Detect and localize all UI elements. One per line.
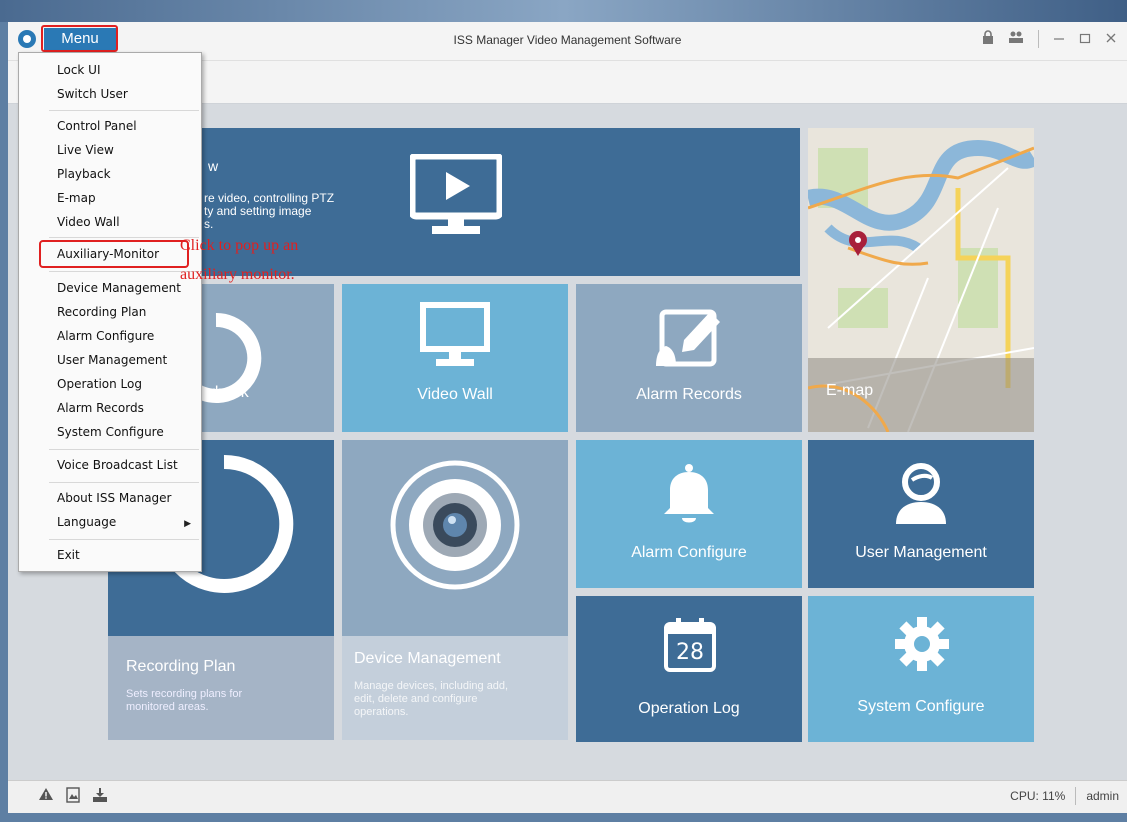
cpu-usage: CPU: 11% xyxy=(1010,789,1066,803)
tile-emap[interactable]: E-map xyxy=(808,128,1034,432)
menu-item-emap[interactable]: E-map xyxy=(57,191,96,205)
title-bar-controls xyxy=(982,30,1117,48)
menu-item-device-management[interactable]: Device Management xyxy=(57,281,181,295)
device-management-description: Manage devices, including add, edit, del… xyxy=(354,680,508,719)
status-bar: CPU: 11% admin xyxy=(8,780,1127,813)
menu-item-lock-ui[interactable]: Lock UI xyxy=(57,63,101,77)
menu-item-live-view[interactable]: Live View xyxy=(57,143,114,157)
recording-plan-description: Sets recording plans for monitored areas… xyxy=(126,688,242,714)
annotation-line-1: Click to pop up an xyxy=(180,237,299,254)
menu-separator xyxy=(49,237,199,238)
calendar-day: 28 xyxy=(676,640,704,665)
status-icons xyxy=(38,787,108,808)
recording-plan-label: Recording Plan xyxy=(126,658,236,675)
menu-item-exit[interactable]: Exit xyxy=(57,548,80,562)
device-management-label: Device Management xyxy=(354,650,501,667)
main-menu-dropdown: Lock UI Switch User Control Panel Live V… xyxy=(18,52,202,572)
minimize-icon[interactable] xyxy=(1053,31,1065,48)
tile-alarm-configure[interactable]: Alarm Configure xyxy=(576,440,802,588)
menu-item-control-panel[interactable]: Control Panel xyxy=(57,119,137,133)
recording-plan-desc-line: Sets recording plans for xyxy=(126,688,243,700)
alarm-edit-icon xyxy=(656,309,720,367)
menu-item-alarm-records[interactable]: Alarm Records xyxy=(57,401,144,415)
warning-icon[interactable] xyxy=(38,787,54,808)
menu-item-video-wall[interactable]: Video Wall xyxy=(57,215,120,229)
user-icon xyxy=(896,463,946,524)
playback-label: ayback xyxy=(198,384,249,401)
device-management-desc-line: edit, delete and configure xyxy=(354,693,478,705)
operation-log-label: Operation Log xyxy=(638,700,740,717)
status-right: CPU: 11% admin xyxy=(1010,787,1119,805)
tile-system-configure[interactable]: System Configure xyxy=(808,596,1034,742)
live-view-description: re video, controlling PTZ ty and setting… xyxy=(204,192,334,231)
menu-item-voice-broadcast-list[interactable]: Voice Broadcast List xyxy=(57,458,178,472)
menu-item-switch-user[interactable]: Switch User xyxy=(57,87,128,101)
monitor-play-icon xyxy=(410,154,502,234)
bell-icon xyxy=(664,464,714,523)
menu-item-about[interactable]: About ISS Manager xyxy=(57,491,171,505)
menu-item-operation-log[interactable]: Operation Log xyxy=(57,377,142,391)
status-divider xyxy=(1075,787,1077,805)
device-management-desc-line: operations. xyxy=(354,706,409,718)
alarm-records-label: Alarm Records xyxy=(636,386,742,403)
video-wall-label: Video Wall xyxy=(417,386,493,403)
window-title: ISS Manager Video Management Software xyxy=(453,33,682,47)
gear-icon xyxy=(895,617,949,671)
menu-item-user-management[interactable]: User Management xyxy=(57,353,167,367)
alarm-configure-label: Alarm Configure xyxy=(631,544,747,561)
emap-label: E-map xyxy=(826,382,874,399)
menu-separator xyxy=(49,539,199,540)
menu-item-playback[interactable]: Playback xyxy=(57,167,111,181)
annotation-line-2: auxiliary monitor. xyxy=(180,266,295,283)
current-user[interactable]: admin xyxy=(1086,789,1119,805)
desktop-background xyxy=(0,0,1127,22)
menu-item-language[interactable]: Language xyxy=(57,515,116,529)
recording-plan-desc-line: monitored areas. xyxy=(126,701,209,713)
tile-device-management[interactable]: Device Management Manage devices, includ… xyxy=(342,440,568,740)
system-configure-label: System Configure xyxy=(857,698,985,715)
tile-video-wall[interactable]: Video Wall xyxy=(342,284,568,432)
maximize-icon[interactable] xyxy=(1079,31,1091,48)
menu-item-recording-plan[interactable]: Recording Plan xyxy=(57,305,146,319)
auxiliary-monitor-highlight-box xyxy=(39,240,189,268)
user-switch-icon[interactable] xyxy=(1008,30,1024,48)
menu-item-system-configure[interactable]: System Configure xyxy=(57,425,164,439)
lock-icon[interactable] xyxy=(982,30,994,48)
menu-separator xyxy=(49,110,199,111)
menu-item-alarm-configure[interactable]: Alarm Configure xyxy=(57,329,154,343)
menu-separator xyxy=(49,271,199,272)
menu-separator xyxy=(49,449,199,450)
device-management-desc-line: Manage devices, including add, xyxy=(354,680,509,692)
tile-operation-log[interactable]: 28 Operation Log xyxy=(576,596,802,742)
live-view-desc-line: s. xyxy=(204,217,214,231)
tile-alarm-records[interactable]: Alarm Records xyxy=(576,284,802,432)
close-icon[interactable] xyxy=(1105,31,1117,48)
live-view-title: w xyxy=(208,158,219,174)
image-file-icon[interactable] xyxy=(66,787,80,808)
download-tray-icon[interactable] xyxy=(92,787,108,808)
live-view-desc-line: ty and setting image xyxy=(204,204,312,218)
title-bar-divider xyxy=(1038,30,1039,48)
submenu-arrow-icon: ▶ xyxy=(184,518,191,528)
user-management-label: User Management xyxy=(855,544,987,561)
menu-separator xyxy=(49,482,199,483)
tile-user-management[interactable]: User Management xyxy=(808,440,1034,588)
camera-lens-icon xyxy=(390,460,520,590)
monitor-icon xyxy=(420,302,490,366)
